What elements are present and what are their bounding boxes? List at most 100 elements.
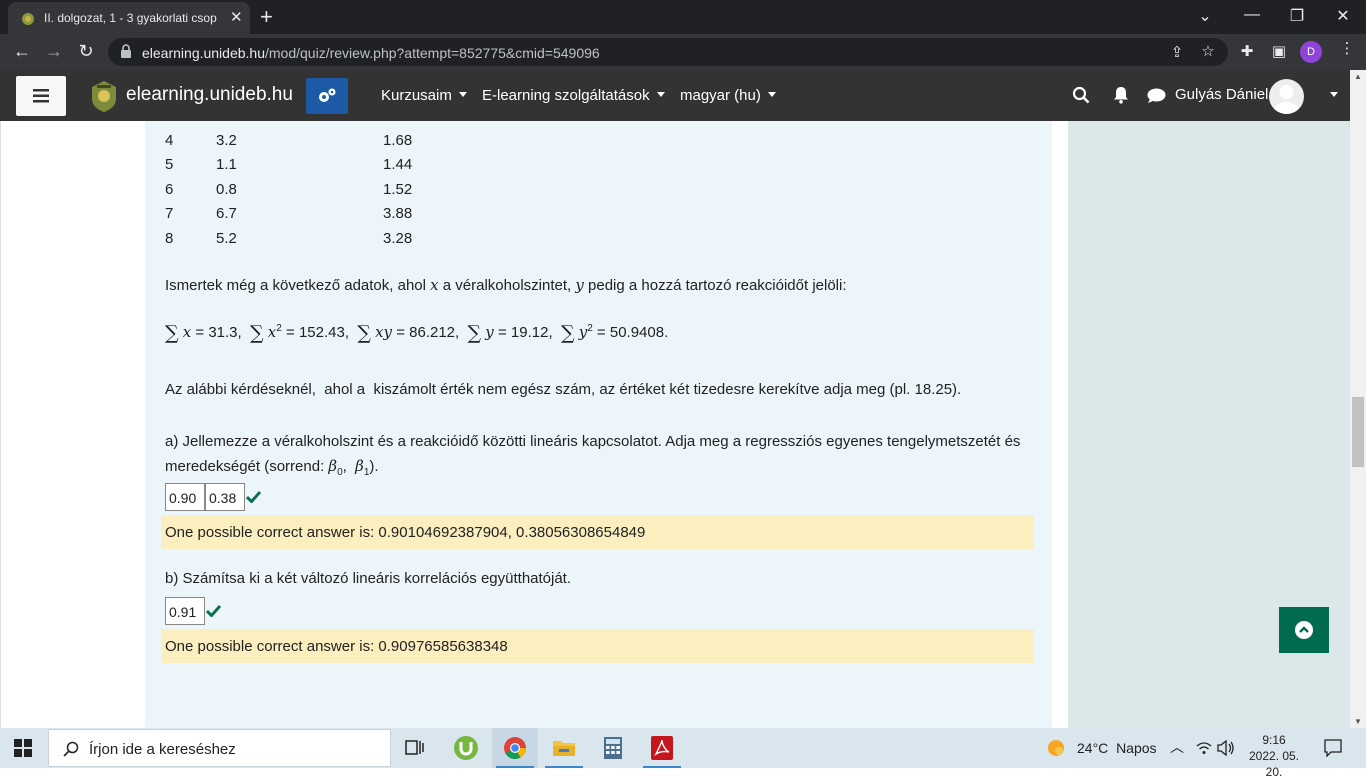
volume-icon[interactable] — [1217, 740, 1235, 756]
url-text: elearning.unideb.hu/mod/quiz/review.php?… — [142, 45, 600, 61]
table-cell-y: 1.68 — [383, 132, 413, 149]
menu-elearning-services[interactable]: E-learning szolgáltatások — [482, 87, 665, 104]
table-cell-x: 3.2 — [216, 132, 237, 149]
taskbar-app-utorrent[interactable] — [443, 728, 489, 768]
scroll-up-icon[interactable]: ▲ — [1354, 72, 1362, 81]
caret-down-icon — [767, 92, 776, 97]
restore-icon[interactable]: ❐ — [1282, 6, 1312, 26]
correct-check-icon — [206, 604, 221, 617]
taskbar-app-acrobat[interactable] — [639, 728, 685, 768]
user-avatar[interactable] — [1269, 79, 1304, 114]
windows-start-icon[interactable] — [14, 739, 32, 757]
notifications-bell-icon[interactable] — [1113, 86, 1129, 104]
task-view-button[interactable] — [392, 728, 438, 768]
correct-check-icon — [246, 490, 261, 503]
taskbar-app-calculator[interactable] — [590, 728, 636, 768]
rounding-note: Az alábbi kérdéseknél, ahol a kiszámolt … — [165, 381, 962, 398]
bookmark-star-icon[interactable]: ☆ — [1197, 42, 1219, 60]
back-to-top-button[interactable] — [1279, 607, 1329, 653]
extensions-icon[interactable]: ✚ — [1236, 42, 1258, 60]
sums-formula: ∑ x = 31.3, ∑ x2 = 152.43, ∑ xy = 86.212… — [165, 322, 669, 344]
site-favicon-icon — [22, 13, 34, 25]
folder-icon — [553, 741, 575, 756]
course-tools-button[interactable] — [306, 78, 348, 114]
tab-close-icon[interactable]: ✕ — [230, 8, 243, 26]
weather-widget[interactable]: 24°C Napos — [1077, 740, 1157, 756]
weather-sun-icon[interactable] — [1046, 738, 1066, 758]
taskbar-search-placeholder: Írjon ide a kereséshez — [89, 741, 236, 758]
tab-title: II. dolgozat, 1 - 3 gyakorlati csop — [44, 11, 217, 25]
chrome-icon — [504, 737, 526, 759]
table-cell-y: 1.52 — [383, 181, 413, 198]
table-cell-y: 3.88 — [383, 205, 413, 222]
notification-center-icon[interactable] — [1324, 739, 1342, 757]
taskbar-app-chrome[interactable] — [492, 728, 538, 768]
browser-tab[interactable]: II. dolgozat, 1 - 3 gyakorlati csop ✕ — [8, 2, 250, 34]
back-icon[interactable]: ← — [10, 41, 34, 62]
wifi-icon[interactable] — [1196, 741, 1212, 755]
answer-b-input[interactable]: 0.91 — [165, 597, 205, 625]
browser-tab-strip: II. dolgozat, 1 - 3 gyakorlati csop ✕ + … — [0, 0, 1366, 34]
pdf-icon — [651, 736, 673, 760]
scrollbar-thumb[interactable] — [1352, 397, 1364, 467]
table-cell-x: 0.8 — [216, 181, 237, 198]
university-logo-icon[interactable] — [86, 78, 122, 114]
drawer-toggle-button[interactable] — [16, 76, 66, 116]
tray-overflow-chevron-icon[interactable]: ︿ — [1170, 737, 1184, 757]
part-a-question: a) Jellemezze a véralkoholszint és a rea… — [165, 433, 1021, 450]
menu-kurzusaim[interactable]: Kurzusaim — [381, 87, 467, 104]
answer-a-intercept-input[interactable]: 0.90 — [165, 483, 205, 511]
windows-taskbar: Írjon ide a kereséshez 24°C Napos ︿ 9:16… — [0, 728, 1366, 779]
feedback-b: One possible correct answer is: 0.909765… — [161, 629, 1034, 663]
user-silhouette-icon — [1273, 85, 1300, 114]
search-icon — [63, 741, 79, 757]
site-name[interactable]: elearning.unideb.hu — [126, 84, 293, 106]
table-cell-y: 3.28 — [383, 230, 413, 247]
page-content: 4 3.2 1.68 5 1.1 1.44 6 0.8 1.52 7 6.7 3… — [0, 121, 1350, 728]
caret-down-icon — [656, 92, 665, 97]
answer-a-slope-input[interactable]: 0.38 — [205, 483, 245, 511]
table-cell-x: 1.1 — [216, 156, 237, 173]
hamburger-icon — [33, 89, 49, 103]
taskbar-clock[interactable]: 9:16 2022. 05. 20. — [1242, 732, 1306, 780]
share-icon[interactable]: ⇪ — [1166, 43, 1188, 61]
arrow-up-circle-icon — [1295, 621, 1313, 639]
scroll-down-icon[interactable]: ▼ — [1354, 717, 1362, 726]
table-cell-x: 6.7 — [216, 205, 237, 222]
new-tab-button[interactable]: + — [260, 4, 273, 30]
chrome-menu-icon[interactable]: ⋮ — [1336, 39, 1358, 57]
close-window-icon[interactable]: ✕ — [1328, 6, 1358, 26]
part-b-question: b) Számítsa ki a két változó lineáris ko… — [165, 570, 572, 587]
forward-icon[interactable]: → — [42, 41, 66, 62]
page-scrollbar[interactable]: ▲ ▼ — [1350, 70, 1366, 728]
utorrent-icon — [454, 736, 478, 760]
table-cell-index: 7 — [165, 205, 174, 222]
user-name[interactable]: Gulyás Dániel — [1175, 86, 1268, 103]
taskbar-app-file-explorer[interactable] — [541, 728, 587, 768]
lock-icon — [121, 44, 131, 58]
user-menu-caret-icon[interactable] — [1330, 92, 1338, 97]
address-bar[interactable]: elearning.unideb.hu/mod/quiz/review.php?… — [108, 38, 1228, 66]
clock-time: 9:16 — [1262, 733, 1286, 747]
reload-icon[interactable]: ↻ — [74, 41, 98, 62]
tab-search-icon[interactable]: ⌄ — [1190, 6, 1220, 26]
task-view-icon — [405, 740, 424, 755]
taskbar-search[interactable]: Írjon ide a kereséshez — [48, 729, 391, 767]
messages-icon[interactable] — [1147, 88, 1166, 104]
table-cell-index: 5 — [165, 156, 174, 173]
menu-language[interactable]: magyar (hu) — [680, 87, 776, 104]
table-cell-index: 8 — [165, 230, 174, 247]
table-cell-y: 1.44 — [383, 156, 413, 173]
part-a-question-cont: meredekségét (sorrend: β0, β1). — [165, 457, 379, 478]
left-margin — [0, 121, 145, 728]
table-cell-index: 4 — [165, 132, 174, 149]
side-panel-icon[interactable]: ▣ — [1268, 42, 1290, 60]
question-intro: Ismertek még a következő adatok, ahol x … — [165, 276, 847, 294]
minimize-icon[interactable]: — — [1237, 6, 1267, 24]
clock-date: 2022. 05. 20. — [1248, 749, 1300, 779]
search-icon[interactable] — [1072, 86, 1090, 104]
calculator-icon — [604, 737, 622, 759]
feedback-a: One possible correct answer is: 0.901046… — [161, 515, 1034, 549]
profile-avatar[interactable]: D — [1300, 41, 1322, 63]
table-cell-x: 5.2 — [216, 230, 237, 247]
